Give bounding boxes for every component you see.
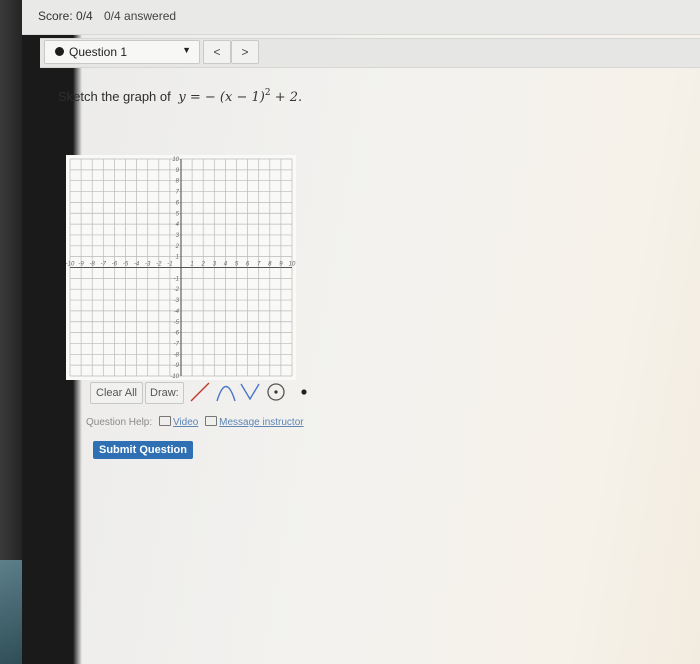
- y-tick-label: -7: [174, 341, 180, 347]
- question-select[interactable]: Question 1 ▼: [44, 40, 200, 64]
- prev-question-button[interactable]: <: [203, 40, 231, 64]
- x-tick-label: 10: [289, 262, 296, 268]
- question-select-label: Question 1: [69, 45, 128, 59]
- y-tick-label: 3: [176, 233, 180, 239]
- video-link[interactable]: Video: [173, 417, 198, 428]
- y-tick-label: 5: [176, 211, 180, 217]
- y-tick-label: -3: [174, 298, 180, 304]
- y-tick-label: -6: [174, 331, 180, 337]
- message-instructor-link[interactable]: Message instructor: [219, 417, 303, 428]
- graph-canvas[interactable]: -10 -9 -8 -7 -6 -5 -4 -3 -2 -1 1 2 3 4 5 6 7 8 9 10 10 9 8 7 6 5 4…: [66, 155, 296, 380]
- equation-rhs-after: + 2.: [274, 90, 303, 105]
- prompt-text: Sketch the graph of: [58, 89, 171, 104]
- x-tick-label: -10: [66, 262, 75, 268]
- x-tick-label: 8: [268, 262, 272, 268]
- y-tick-label: 7: [176, 190, 180, 196]
- y-tick-label: 2: [175, 244, 180, 250]
- x-tick-label: -7: [101, 262, 107, 268]
- x-tick-label: -5: [123, 262, 129, 268]
- next-question-button[interactable]: >: [231, 40, 259, 64]
- y-tick-label: 4: [176, 222, 180, 228]
- y-tick-label: 1: [176, 255, 179, 261]
- x-tick-label: 5: [235, 262, 239, 268]
- point-tool-icon[interactable]: [292, 380, 316, 404]
- x-tick-label: -6: [112, 262, 118, 268]
- y-tick-label: -8: [174, 352, 180, 358]
- graph-grid[interactable]: -10 -9 -8 -7 -6 -5 -4 -3 -2 -1 1 2 3 4 5 6 7 8 9 1010987654…: [66, 155, 296, 380]
- question-help: Question Help: Video Message instructor: [86, 416, 304, 428]
- x-tick-label: 6: [246, 262, 250, 268]
- y-tick-label: -1: [174, 276, 179, 282]
- y-tick-label: -9: [174, 363, 180, 369]
- equation-rhs-before: − (x − 1): [204, 90, 265, 105]
- equation-lhs: y =: [178, 90, 201, 105]
- x-tick-label: -3: [145, 262, 151, 268]
- y-tick-label: -4: [174, 309, 180, 315]
- dropdown-caret-icon: ▼: [182, 45, 191, 55]
- x-tick-label: 2: [201, 262, 206, 268]
- equation: y = − (x − 1)2 + 2.: [178, 88, 303, 105]
- parabola-down-tool-icon[interactable]: [238, 380, 262, 404]
- submit-question-button[interactable]: Submit Question: [93, 441, 193, 459]
- message-icon: [205, 416, 218, 426]
- parabola-up-tool-icon[interactable]: [214, 380, 238, 404]
- question-prompt: Sketch the graph of y = − (x − 1)2 + 2.: [58, 88, 302, 105]
- x-tick-label: -9: [78, 262, 84, 268]
- line-tool-icon[interactable]: [188, 380, 212, 404]
- y-tick-label: 6: [176, 200, 180, 206]
- video-icon: [158, 416, 171, 426]
- x-tick-label: 3: [213, 262, 217, 268]
- circle-tool-icon[interactable]: [264, 380, 288, 404]
- x-tick-label: 9: [279, 262, 283, 268]
- x-tick-label: -8: [90, 262, 96, 268]
- x-tick-label: 4: [224, 262, 228, 268]
- x-tick-label: 7: [257, 262, 261, 268]
- draw-label: Draw:: [145, 382, 184, 404]
- clear-all-button[interactable]: Clear All: [90, 382, 143, 404]
- y-tick-label: 9: [176, 168, 180, 174]
- question-status-dot: [55, 47, 64, 56]
- x-tick-label: -1: [167, 262, 172, 268]
- equation-exponent: 2: [264, 88, 271, 98]
- y-tick-label: 8: [176, 179, 180, 185]
- x-tick-label: 1: [190, 262, 193, 268]
- answered-count: 0/4 answered: [104, 9, 177, 23]
- y-tick-label: 10: [172, 157, 179, 163]
- y-tick-label: -2: [174, 287, 180, 293]
- score-text: Score: 0/4: [38, 9, 93, 23]
- x-tick-label: -2: [156, 262, 162, 268]
- x-tick-label: -4: [134, 262, 140, 268]
- y-tick-label: -5: [174, 320, 180, 326]
- y-tick-label: -10: [170, 374, 179, 380]
- question-help-label: Question Help:: [86, 417, 153, 428]
